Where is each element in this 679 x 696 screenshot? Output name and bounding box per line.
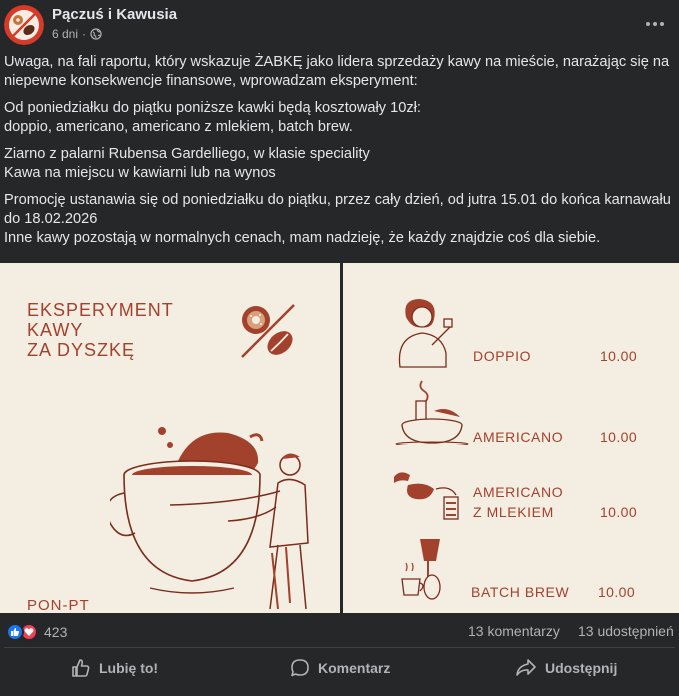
thumbs-up-icon: [72, 659, 90, 677]
cup-illustration: [110, 427, 309, 610]
post-stats: 423 13 komentarzy 13 udostępnień: [0, 618, 679, 646]
comment-icon: [291, 659, 309, 677]
like-label: Lubię to!: [99, 660, 159, 676]
donut-coffee-logo-icon: [241, 304, 295, 358]
menu-item-americano-z-mlekiem: AMERICANO Z MLEKIEM: [473, 484, 564, 520]
share-button[interactable]: Udostępnij: [515, 650, 617, 686]
poster-footer: PON-PT: [27, 597, 90, 613]
doppio-illustration: [398, 299, 453, 368]
poster-title: EKSPERYMENT KAWY ZA DYSZKĘ: [27, 300, 174, 360]
menu-price: 10.00: [600, 429, 638, 445]
share-label: Udostępnij: [545, 660, 618, 676]
comment-button[interactable]: Komentarz: [290, 650, 390, 686]
shares-count-link[interactable]: 13 udostępnień: [578, 623, 674, 639]
post-meta: 6 dni ·: [52, 27, 102, 41]
americano-milk-illustration: [394, 472, 459, 520]
menu-price: 10.00: [600, 348, 638, 364]
globe-icon: [90, 28, 102, 40]
post-header: Pączuś i Kawusia 6 dni ·: [0, 0, 679, 48]
comments-count-link[interactable]: 13 komentarzy: [468, 623, 560, 639]
comment-label: Komentarz: [318, 660, 391, 676]
page-avatar-icon[interactable]: [4, 5, 44, 45]
divider: [4, 647, 675, 648]
menu-item-doppio: DOPPIO: [473, 348, 532, 364]
post-paragraph: Ziarno z palarni Rubensa Gardelliego, w …: [4, 146, 370, 181]
page-name[interactable]: Pączuś i Kawusia: [52, 6, 177, 23]
more-icon[interactable]: [641, 10, 669, 38]
menu-price: 10.00: [600, 504, 638, 520]
post-paragraph: Od poniedziałku do piątku poniższe kawki…: [4, 100, 421, 135]
share-icon: [516, 659, 536, 676]
reactions-summary[interactable]: 423: [6, 623, 67, 641]
post-actions: Lubię to! Komentarz Udostępnij: [0, 650, 679, 688]
reactions-count: 423: [44, 624, 68, 640]
post-paragraph: Promocję ustanawia się od poniedziałku d…: [4, 192, 671, 246]
like-button[interactable]: Lubię to!: [71, 650, 158, 686]
menu-item-americano: AMERICANO: [473, 429, 564, 445]
like-reaction-icon: [6, 623, 24, 641]
post-time[interactable]: 6 dni: [52, 27, 78, 41]
batch-brew-illustration: [401, 539, 441, 600]
post-body: Uwaga, na fali raportu, który wskazuje Ż…: [4, 53, 674, 248]
menu-price: 10.00: [598, 584, 636, 600]
americano-illustration: [395, 380, 469, 445]
post-image[interactable]: EKSPERYMENT KAWY ZA DYSZKĘ PON-PT DOPPIO…: [0, 263, 679, 613]
menu-item-batch-brew: BATCH BREW: [471, 584, 570, 600]
post-paragraph: Uwaga, na fali raportu, który wskazuje Ż…: [4, 54, 670, 89]
image-divider: [340, 263, 343, 613]
